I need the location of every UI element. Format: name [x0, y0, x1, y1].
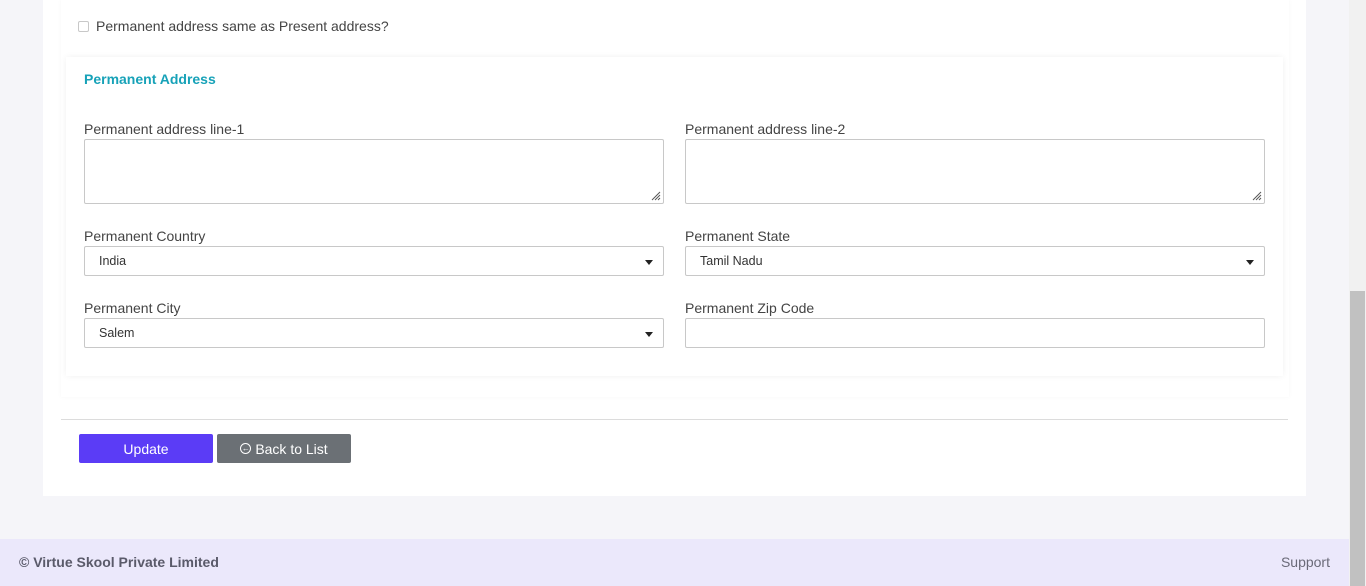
form-divider [61, 419, 1288, 420]
address-line2-label: Permanent address line-2 [685, 121, 846, 137]
caret-down-icon [645, 260, 653, 265]
back-to-list-label: Back to List [255, 440, 328, 457]
resize-grip-icon[interactable] [650, 190, 661, 201]
zip-input[interactable] [685, 318, 1265, 348]
caret-down-icon [645, 332, 653, 337]
footer: © Virtue Skool Private Limited Support [0, 539, 1349, 586]
state-select[interactable]: Tamil Nadu [685, 246, 1265, 276]
address-line1-label: Permanent address line-1 [84, 121, 245, 137]
address-line1-textarea[interactable] [84, 139, 664, 204]
same-address-label[interactable]: Permanent address same as Present addres… [96, 18, 389, 34]
country-select[interactable]: India [84, 246, 664, 276]
page-scrollbar[interactable] [1349, 0, 1366, 586]
scrollbar-thumb[interactable] [1350, 291, 1365, 586]
footer-copyright: © Virtue Skool Private Limited [19, 554, 219, 570]
resize-grip-icon[interactable] [1251, 190, 1262, 201]
same-address-checkbox[interactable] [78, 20, 89, 32]
country-value: India [99, 254, 127, 268]
same-address-row: Permanent address same as Present addres… [78, 18, 389, 34]
state-value: Tamil Nadu [700, 254, 763, 268]
arrow-circle-left-icon: ← [240, 443, 252, 454]
update-button-label: Update [123, 440, 169, 457]
country-label: Permanent Country [84, 228, 206, 244]
state-label: Permanent State [685, 228, 791, 244]
footer-support-link[interactable]: Support [1281, 554, 1330, 570]
caret-down-icon [1246, 260, 1254, 265]
update-button[interactable]: Update [79, 434, 213, 463]
section-title: Permanent Address [84, 71, 216, 87]
zip-label: Permanent Zip Code [685, 300, 815, 316]
city-value: Salem [99, 326, 135, 340]
back-to-list-button[interactable]: ← Back to List [217, 434, 351, 463]
city-select[interactable]: Salem [84, 318, 664, 348]
city-label: Permanent City [84, 300, 181, 316]
address-line2-textarea[interactable] [685, 139, 1265, 204]
